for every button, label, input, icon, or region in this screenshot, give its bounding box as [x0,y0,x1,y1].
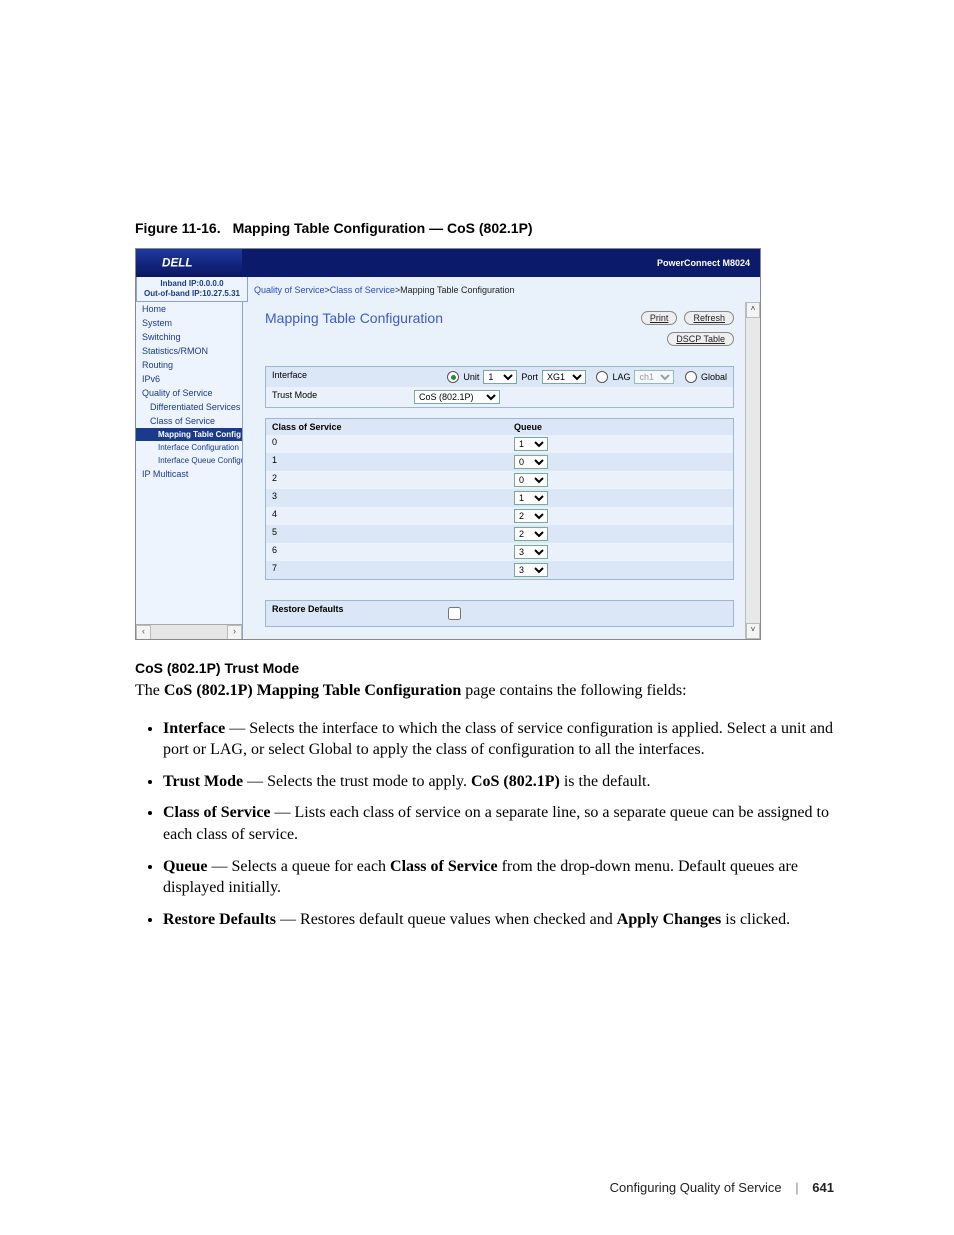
restore-defaults-row: Restore Defaults [265,600,734,627]
table-row: 20 [266,471,733,489]
main-scrollbar[interactable]: ˄ ˅ [745,302,760,639]
nav-scrollbar[interactable]: ‹ › [136,624,242,639]
queue-select[interactable]: 3 [514,545,548,559]
port-select[interactable]: XG1 [542,370,586,384]
nav-item[interactable]: Interface Configuration [136,441,242,454]
figure-caption: Figure 11-16. Mapping Table Configuration… [135,220,834,236]
dscp-table-button[interactable]: DSCP Table [667,332,734,346]
nav-item[interactable]: Class of Service [136,414,242,428]
nav-item[interactable]: Mapping Table Config [136,428,242,441]
nav-item[interactable]: System [136,316,242,330]
field-item: Trust Mode — Selects the trust mode to a… [163,771,834,793]
nav-item[interactable]: IP Multicast [136,467,242,481]
nav-item[interactable]: Quality of Service [136,386,242,400]
cos-value: 3 [266,489,508,507]
field-item: Restore Defaults — Restores default queu… [163,909,834,931]
crumb-current: Mapping Table Configuration [400,285,514,295]
interface-lag-radio[interactable] [596,371,608,383]
nav-item[interactable]: Differentiated Services [136,400,242,414]
product-name: PowerConnect M8024 [242,249,760,277]
table-row: 73 [266,561,733,579]
queue-select[interactable]: 2 [514,509,548,523]
restore-defaults-label: Restore Defaults [266,601,438,626]
cos-value: 7 [266,561,508,579]
table-row: 63 [266,543,733,561]
unit-select[interactable]: 1 [483,370,517,384]
cos-value: 1 [266,453,508,471]
breadcrumb: Quality of Service > Class of Service > … [248,277,760,302]
section-heading: CoS (802.1P) Trust Mode [135,660,834,676]
figure-number: Figure 11-16. [135,220,221,236]
port-label: Port [521,372,538,382]
col-class-of-service: Class of Service [266,419,508,435]
dell-logo: DELL [136,249,242,277]
global-label: Global [701,372,727,382]
interface-label: Interface [266,367,407,387]
trust-mode-label: Trust Mode [266,387,408,407]
footer-page-number: 641 [812,1180,834,1195]
nav-item[interactable]: Switching [136,330,242,344]
cos-queue-table: Class of Service Queue 0110203142526373 [265,418,734,580]
nav-item[interactable]: Home [136,302,242,316]
crumb-qos[interactable]: Quality of Service [254,285,325,295]
cos-value: 2 [266,471,508,489]
page-title: Mapping Table Configuration [265,310,443,326]
nav-item[interactable]: Interface Queue Configu [136,454,242,467]
footer-section: Configuring Quality of Service [610,1180,782,1195]
field-item: Queue — Selects a queue for each Class o… [163,856,834,899]
intro-paragraph: The CoS (802.1P) Mapping Table Configura… [135,680,834,702]
screenshot: DELL PowerConnect M8024 Inband IP:0.0.0.… [135,248,761,640]
field-item: Class of Service — Lists each class of s… [163,802,834,845]
settings-panel: Interface Unit 1 Port XG1 LAG [265,366,734,408]
nav-item[interactable]: Routing [136,358,242,372]
scroll-up-icon[interactable]: ˄ [746,302,760,318]
inband-ip: Inband IP:0.0.0.0 [139,279,245,289]
unit-label: Unit [463,372,479,382]
queue-select[interactable]: 2 [514,527,548,541]
refresh-button[interactable]: Refresh [684,311,734,325]
queue-select[interactable]: 3 [514,563,548,577]
queue-select[interactable]: 0 [514,455,548,469]
print-button[interactable]: Print [641,311,678,325]
table-row: 52 [266,525,733,543]
lag-select: ch1 [634,370,674,384]
scroll-down-icon[interactable]: ˅ [746,623,760,639]
interface-global-radio[interactable] [685,371,697,383]
nav-item[interactable]: IPv6 [136,372,242,386]
queue-select[interactable]: 1 [514,437,548,451]
restore-defaults-checkbox[interactable] [448,607,461,620]
field-item: Interface — Selects the interface to whi… [163,718,834,761]
oob-ip: Out-of-band IP:10.27.5.31 [139,289,245,299]
svg-text:DELL: DELL [162,257,193,270]
cos-value: 4 [266,507,508,525]
crumb-cos[interactable]: Class of Service [330,285,395,295]
queue-select[interactable]: 0 [514,473,548,487]
table-row: 42 [266,507,733,525]
nav-item[interactable]: Statistics/RMON [136,344,242,358]
queue-select[interactable]: 1 [514,491,548,505]
trust-mode-select[interactable]: CoS (802.1P) [414,390,500,404]
top-bar: DELL PowerConnect M8024 [136,249,760,277]
page-footer: Configuring Quality of Service | 641 [610,1180,834,1195]
interface-unit-radio[interactable] [447,371,459,383]
scroll-left-icon[interactable]: ‹ [136,625,151,640]
cos-value: 6 [266,543,508,561]
table-row: 01 [266,435,733,453]
scroll-right-icon[interactable]: › [227,625,242,640]
col-queue: Queue [508,419,733,435]
field-list: Interface — Selects the interface to whi… [163,718,834,931]
table-row: 31 [266,489,733,507]
lag-label: LAG [612,372,630,382]
figure-title: Mapping Table Configuration — CoS (802.1… [233,220,533,236]
table-row: 10 [266,453,733,471]
ip-info: Inband IP:0.0.0.0 Out-of-band IP:10.27.5… [136,277,248,302]
cos-value: 5 [266,525,508,543]
cos-value: 0 [266,435,508,453]
nav-tree[interactable]: HomeSystemSwitchingStatistics/RMONRoutin… [136,302,243,639]
